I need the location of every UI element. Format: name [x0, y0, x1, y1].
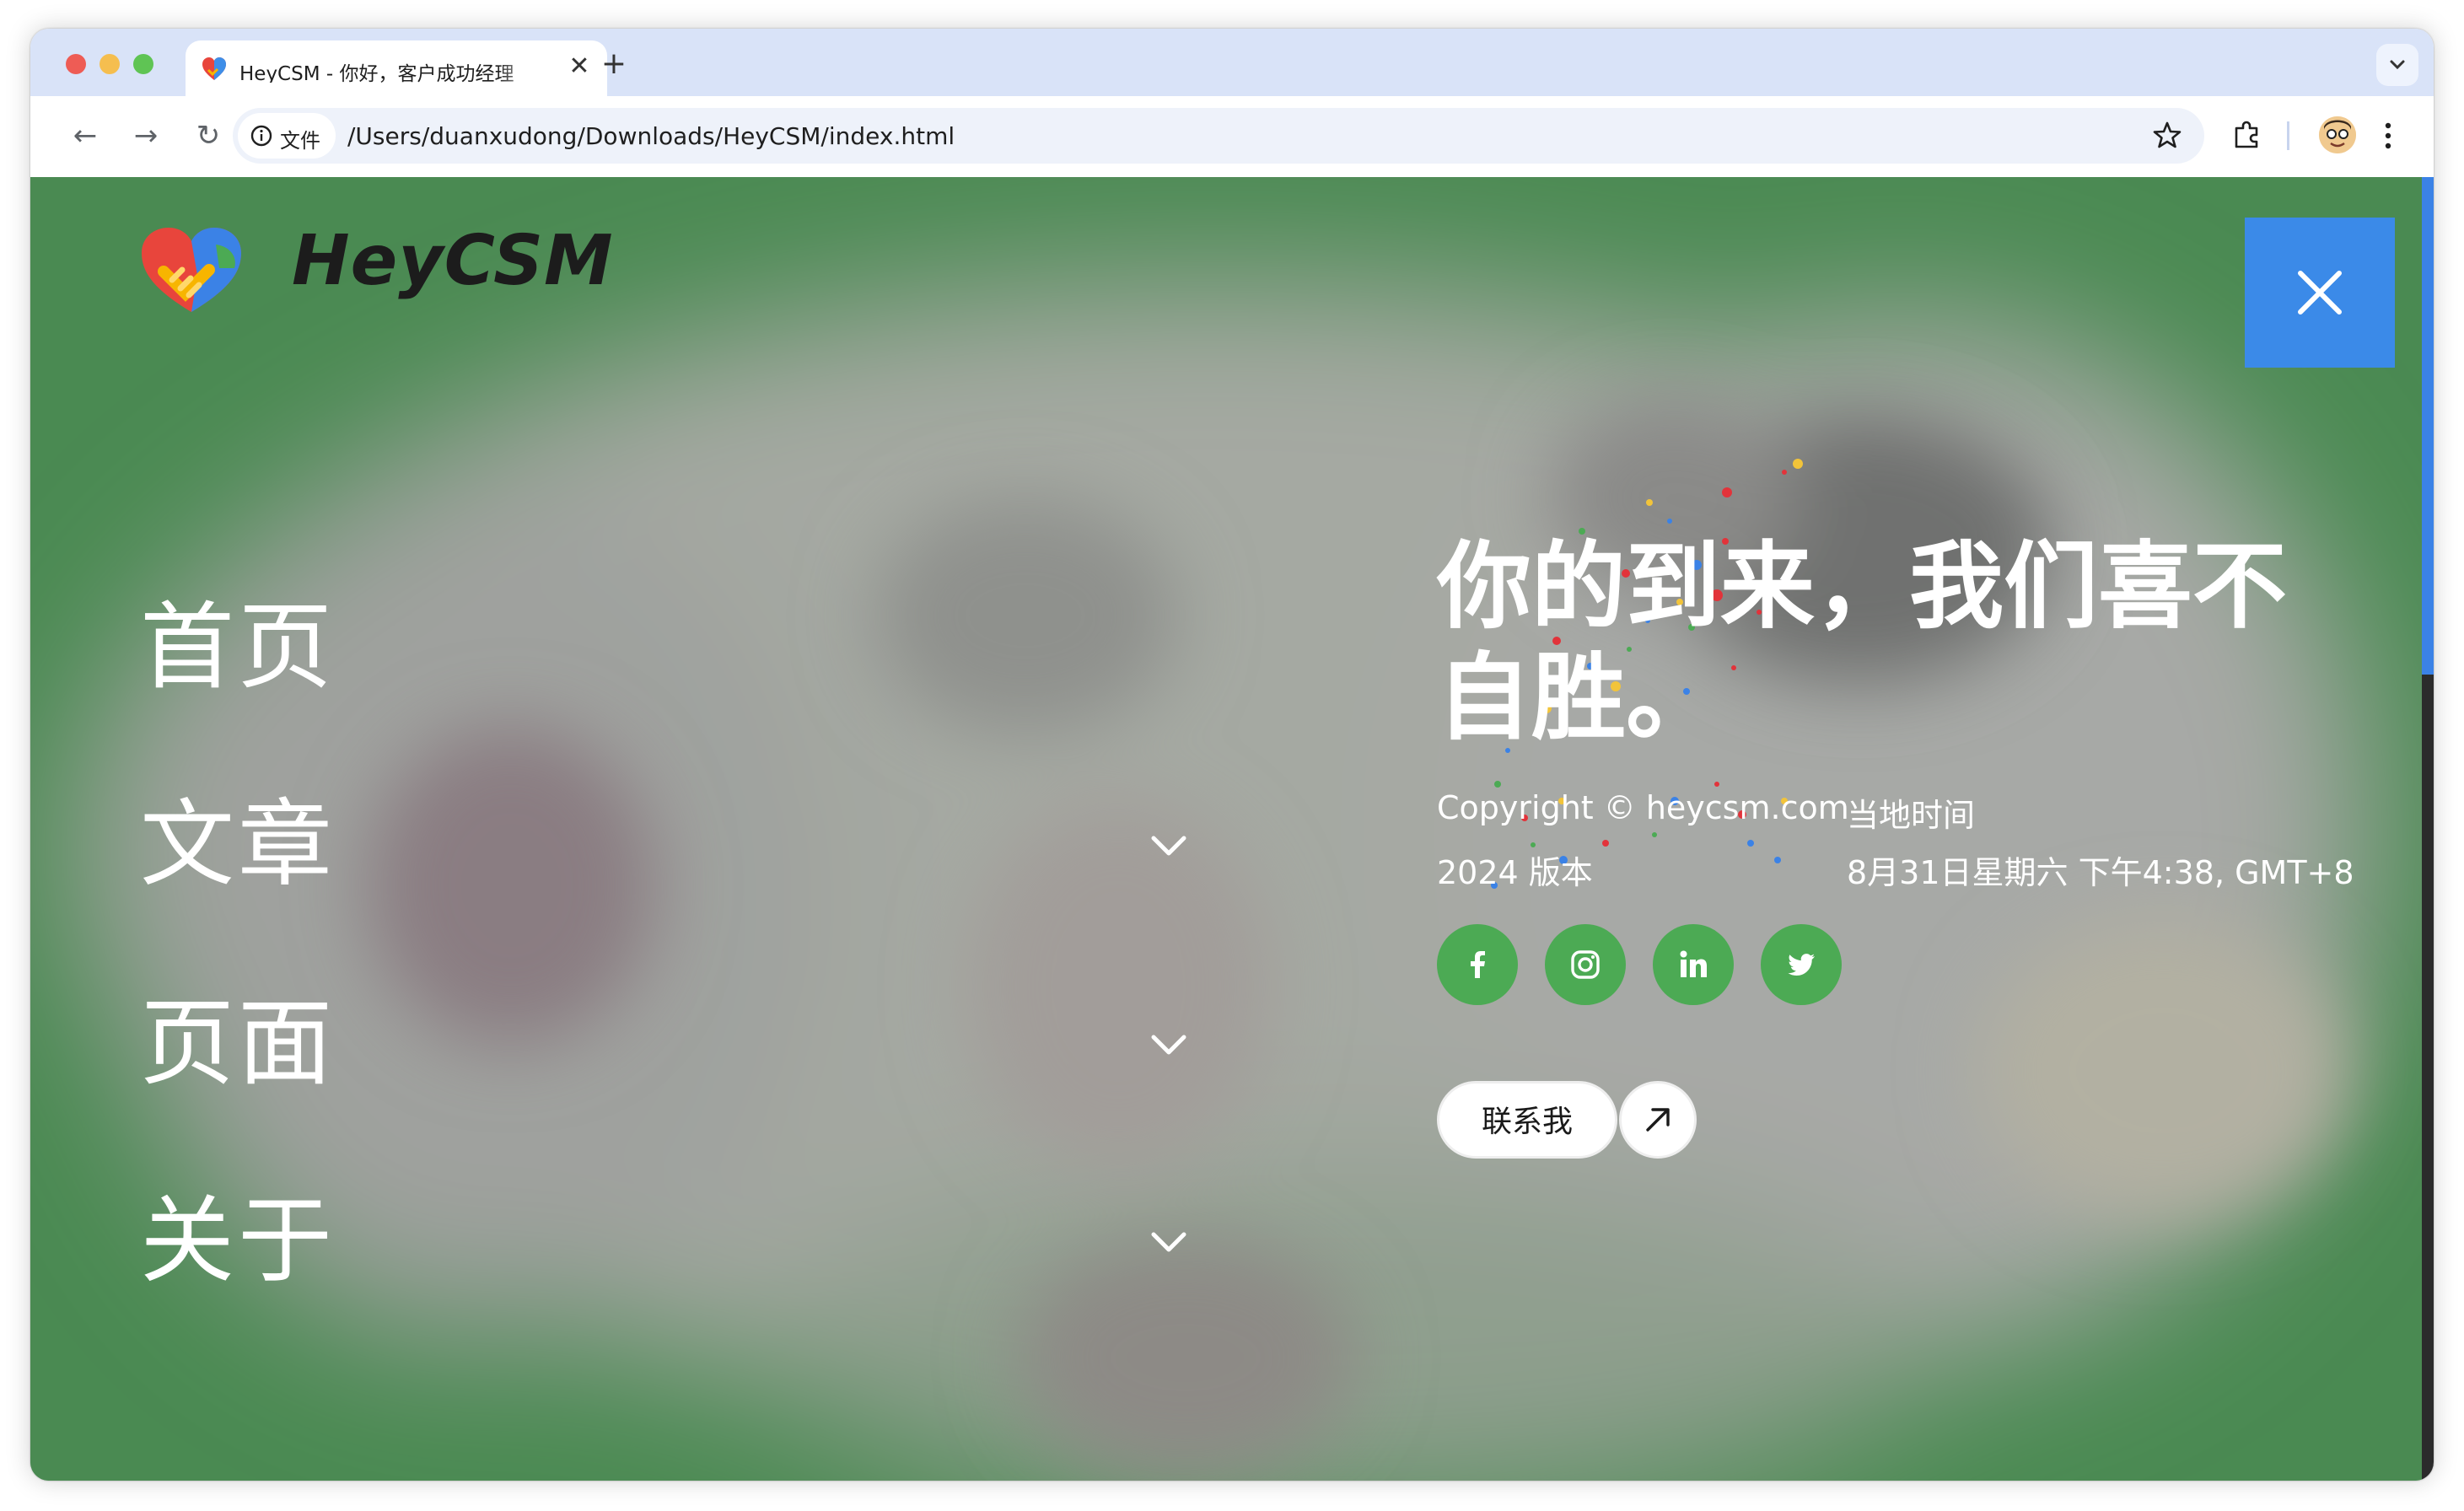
headline: 你的到来，我们喜不自胜。: [1437, 532, 2287, 753]
menu-item-home[interactable]: 首页: [140, 589, 1194, 707]
chevron-down-icon: [2390, 60, 2405, 70]
menu-item-pages[interactable]: 页面: [140, 985, 1194, 1103]
chevron-down-icon[interactable]: [1145, 1219, 1192, 1266]
heart-handshake-favicon-icon: [202, 57, 226, 80]
bookmark-star-icon[interactable]: [2150, 118, 2184, 152]
linkedin-button[interactable]: [1653, 924, 1734, 1005]
logo-text[interactable]: HeyCSM: [292, 221, 614, 301]
local-time-value: 8月31日星期六 下午4:38, GMT+8: [1847, 854, 2354, 891]
close-menu-button[interactable]: [2245, 218, 2395, 368]
url-text[interactable]: /Users/duanxudong/Downloads/HeyCSM/index…: [347, 122, 955, 150]
menu-item-label: 关于: [140, 1186, 336, 1296]
minimize-window-button[interactable]: [100, 54, 120, 74]
page-scrollbar[interactable]: [2422, 177, 2434, 1481]
menu-item-about[interactable]: 关于: [140, 1182, 1194, 1300]
facebook-icon: [1471, 951, 1485, 978]
tab-active[interactable]: HeyCSM - 你好，客户成功经理 ✕: [186, 40, 607, 96]
tab-title: HeyCSM - 你好，客户成功经理: [239, 63, 514, 83]
new-tab-button[interactable]: +: [595, 47, 632, 84]
back-button[interactable]: ←: [64, 115, 106, 157]
site-info-chip[interactable]: 文件: [238, 113, 336, 159]
copyright-text: Copyright © heycsm.com: [1437, 789, 1849, 826]
arrow-up-right-icon: [1646, 1108, 1670, 1132]
reload-button[interactable]: ↻: [187, 115, 229, 157]
local-time-label: 当地时间: [1847, 797, 1976, 834]
tab-search-button[interactable]: [2376, 44, 2418, 86]
tab-strip: HeyCSM - 你好，客户成功经理 ✕ +: [30, 29, 2434, 96]
zoom-window-button[interactable]: [133, 54, 153, 74]
tab-close-icon[interactable]: ✕: [565, 52, 594, 81]
menu-item-label: 页面: [140, 989, 336, 1099]
toolbar-divider: [2287, 121, 2289, 150]
site-info-label: 文件: [280, 129, 320, 153]
close-window-button[interactable]: [66, 54, 86, 74]
twitter-icon: [1788, 954, 1815, 976]
page-content: HeyCSM 首页 文章 页面 关于 你的到来，我们喜不自胜。 Copyrigh…: [30, 177, 2422, 1481]
browser-toolbar: ← → ↻ 文件 /Users/duanxudong/Downloads/Hey…: [30, 96, 2434, 177]
menu-item-articles[interactable]: 文章: [140, 786, 1194, 904]
chevron-down-icon[interactable]: [1145, 823, 1192, 870]
heycsm-logo-icon: [142, 228, 241, 312]
chevron-down-icon[interactable]: [1145, 1022, 1192, 1069]
scrollbar-thumb[interactable]: [2422, 177, 2434, 675]
address-bar[interactable]: 文件 /Users/duanxudong/Downloads/HeyCSM/in…: [233, 108, 2204, 164]
close-icon: [2298, 271, 2342, 315]
profile-avatar[interactable]: [2319, 116, 2356, 153]
menu-item-label: 文章: [140, 790, 336, 900]
extensions-puzzle-icon[interactable]: [2226, 115, 2268, 157]
more-menu-icon[interactable]: [2380, 116, 2397, 155]
instagram-icon: [1571, 950, 1600, 979]
user-avatar-icon: [2319, 116, 2356, 153]
forward-button[interactable]: →: [125, 115, 167, 157]
instagram-button[interactable]: [1545, 924, 1626, 1005]
browser-window: HeyCSM - 你好，客户成功经理 ✕ + ← → ↻ 文件 /Users/d…: [30, 29, 2434, 1481]
version-text: 2024 版本: [1437, 854, 1593, 891]
contact-button[interactable]: 联系我: [1437, 1081, 1617, 1159]
linkedin-icon: [1680, 950, 1707, 977]
menu-item-label: 首页: [140, 593, 336, 702]
info-icon: [250, 125, 272, 147]
contact-arrow-button[interactable]: [1619, 1081, 1697, 1159]
facebook-button[interactable]: [1437, 924, 1518, 1005]
twitter-button[interactable]: [1761, 924, 1842, 1005]
